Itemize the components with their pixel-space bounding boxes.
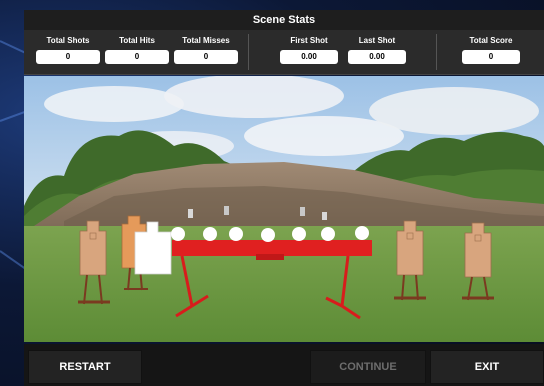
app-window: Scene Stats Total Shots 0 Total Hits 0 T… (0, 0, 544, 386)
stats-title: Scene Stats (24, 10, 544, 30)
distant-target (188, 209, 193, 218)
stat-total-hits: Total Hits 0 (105, 35, 169, 64)
exit-button[interactable]: EXIT (430, 350, 544, 384)
stats-divider (436, 34, 437, 70)
restart-button[interactable]: RESTART (28, 350, 142, 384)
stat-label: Total Score (469, 36, 513, 45)
stat-label: Last Shot (358, 36, 396, 45)
stat-label: Total Shots (46, 36, 90, 45)
range-illustration (24, 76, 544, 342)
stat-label: Total Hits (119, 36, 155, 45)
stats-divider (248, 34, 249, 70)
stat-total-score: Total Score 0 (462, 35, 520, 64)
stat-first-shot: First Shot 0.00 (280, 35, 338, 64)
stat-label: Total Misses (182, 36, 230, 45)
continue-button[interactable]: CONTINUE (310, 350, 426, 384)
distant-target (224, 206, 229, 215)
distant-target (322, 212, 327, 220)
stat-value: 0.00 (280, 50, 338, 64)
stat-value: 0 (105, 50, 169, 64)
stat-label: First Shot (290, 36, 328, 45)
stat-last-shot: Last Shot 0.00 (348, 35, 406, 64)
stat-total-misses: Total Misses 0 (174, 35, 238, 64)
decorative-line (0, 250, 26, 270)
stat-value: 0 (174, 50, 238, 64)
cloud (44, 86, 184, 122)
shooting-range-scene[interactable] (24, 76, 544, 342)
distant-target (300, 207, 305, 216)
stat-value: 0 (462, 50, 520, 64)
scene-stats-panel: Scene Stats Total Shots 0 Total Hits 0 T… (24, 10, 544, 75)
stat-value: 0 (36, 50, 100, 64)
stat-total-shots: Total Shots 0 (36, 35, 100, 64)
stat-value: 0.00 (348, 50, 406, 64)
cloud (164, 76, 344, 118)
cloud (369, 87, 539, 135)
